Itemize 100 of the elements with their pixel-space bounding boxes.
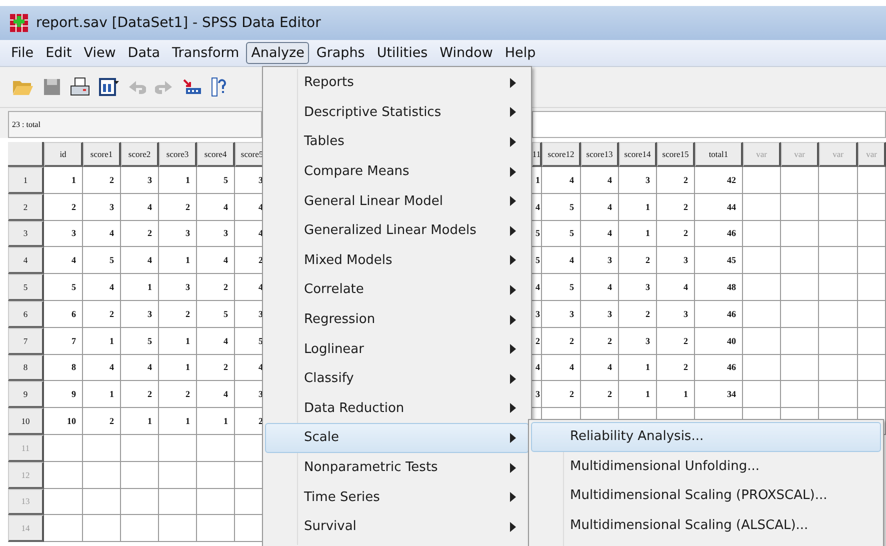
column-header[interactable]: score4 <box>197 142 235 167</box>
column-header[interactable]: id <box>44 142 83 167</box>
menu-item[interactable]: Transform <box>167 42 244 64</box>
table-cell: 1 <box>197 408 235 435</box>
column-header[interactable]: score14 <box>619 142 657 167</box>
table-cell: 5 <box>542 274 581 301</box>
column-header[interactable]: score2 <box>121 142 159 167</box>
table-cell <box>83 462 121 489</box>
table-cell: 44 <box>695 194 743 221</box>
submenu-arrow-icon <box>510 492 516 502</box>
dialog-icon[interactable] <box>99 78 119 96</box>
submenu-arrow-icon <box>510 136 516 147</box>
menu-item[interactable]: Data <box>122 42 166 64</box>
menu-item[interactable]: Nonparametric Tests <box>265 452 529 482</box>
table-cell <box>781 247 819 274</box>
table-cell: 2 <box>581 328 619 355</box>
column-header[interactable]: total1 <box>695 142 743 167</box>
table-cell: 3 <box>159 220 197 248</box>
menu-item[interactable]: Multidimensional Scaling (PROXSCAL)... <box>531 481 881 511</box>
menu-item[interactable]: Multidimensional Scaling (ALSCAL)... <box>531 510 881 540</box>
row-header[interactable]: 8 <box>8 354 44 382</box>
table-cell: 3 <box>121 300 159 328</box>
table-cell: 4 <box>581 274 619 301</box>
table-cell <box>781 354 819 382</box>
variables-help-icon[interactable] <box>211 77 227 97</box>
cell-reference: 23 : total <box>8 111 262 138</box>
table-cell: 3 <box>542 300 581 328</box>
row-header[interactable]: 7 <box>8 328 44 355</box>
table-cell: 3 <box>121 167 159 194</box>
table-cell <box>858 220 886 248</box>
submenu-arrow-icon <box>510 255 516 266</box>
column-header[interactable]: score3 <box>159 142 197 167</box>
table-cell <box>743 194 781 221</box>
table-cell: 1 <box>44 167 83 194</box>
table-cell: 2 <box>657 167 695 194</box>
table-cell: 4 <box>581 194 619 221</box>
menu-item[interactable]: Time Series <box>265 482 529 512</box>
table-cell: 2 <box>197 274 235 301</box>
menu-item[interactable]: Reliability Analysis... <box>531 422 881 452</box>
row-header[interactable]: 9 <box>8 381 44 408</box>
window-title: report.sav [DataSet1] - SPSS Data Editor <box>36 15 321 31</box>
print-icon[interactable] <box>70 77 90 97</box>
menu-item[interactable]: Help <box>500 42 541 64</box>
row-header[interactable]: 10 <box>8 408 44 435</box>
corner-cell[interactable] <box>8 142 44 167</box>
menu-item[interactable]: Utilities <box>372 42 433 64</box>
menu-item[interactable]: View <box>78 42 121 64</box>
table-cell: 2 <box>542 381 581 408</box>
table-cell <box>858 328 886 355</box>
table-cell: 10 <box>44 408 83 435</box>
row-header[interactable]: 4 <box>8 247 44 274</box>
table-cell <box>858 300 886 328</box>
table-cell: 2 <box>44 194 83 221</box>
row-header[interactable]: 3 <box>8 220 44 248</box>
menu-item[interactable]: Descriptive Statistics <box>265 98 529 128</box>
table-cell <box>781 167 819 194</box>
go-to-case-icon[interactable] <box>182 78 202 96</box>
table-cell: 2 <box>581 381 619 408</box>
row-header[interactable]: 6 <box>8 300 44 328</box>
menu-item[interactable]: Window <box>434 42 498 64</box>
table-cell <box>819 328 858 355</box>
table-cell: 4 <box>197 194 235 221</box>
menu-item[interactable]: Multidimensional Unfolding... <box>531 452 881 482</box>
table-cell: 5 <box>542 220 581 248</box>
column-header[interactable]: 11 <box>532 142 542 167</box>
row-header[interactable]: 2 <box>8 194 44 221</box>
table-cell: 5 <box>197 300 235 328</box>
table-cell: 4 <box>581 220 619 248</box>
table-cell: 3 <box>619 328 657 355</box>
menu-item[interactable]: Analyze <box>246 42 310 64</box>
table-cell <box>781 194 819 221</box>
table-cell: 5 <box>83 247 121 274</box>
table-cell: 3 <box>619 274 657 301</box>
row-header[interactable]: 1 <box>8 167 44 194</box>
column-header[interactable]: score1 <box>83 142 121 167</box>
submenu-arrow-icon <box>510 166 516 177</box>
menu-item[interactable]: File <box>6 42 39 64</box>
table-cell: 2 <box>657 194 695 221</box>
table-cell: 4 <box>581 167 619 194</box>
table-cell: 2 <box>83 300 121 328</box>
table-cell: 48 <box>695 274 743 301</box>
column-header[interactable]: score12 <box>542 142 581 167</box>
table-cell: 2 <box>542 328 581 355</box>
menu-item[interactable]: Edit <box>40 42 77 64</box>
row-header[interactable]: 5 <box>8 274 44 301</box>
save-icon[interactable] <box>43 78 61 96</box>
table-cell: 1 <box>159 247 197 274</box>
column-header[interactable]: score13 <box>581 142 619 167</box>
submenu-arrow-icon <box>510 344 516 354</box>
table-cell <box>819 300 858 328</box>
cell-value-field[interactable] <box>532 111 886 138</box>
table-cell: 7 <box>44 328 83 355</box>
column-header[interactable]: score15 <box>657 142 695 167</box>
table-cell: 5 <box>542 194 581 221</box>
menu-item[interactable]: Survival <box>265 512 529 542</box>
menu-item[interactable]: Graphs <box>311 42 370 64</box>
table-cell <box>858 354 886 382</box>
table-cell: 4 <box>197 247 235 274</box>
table-cell <box>819 274 858 301</box>
menu-item[interactable]: Scale <box>265 423 529 453</box>
